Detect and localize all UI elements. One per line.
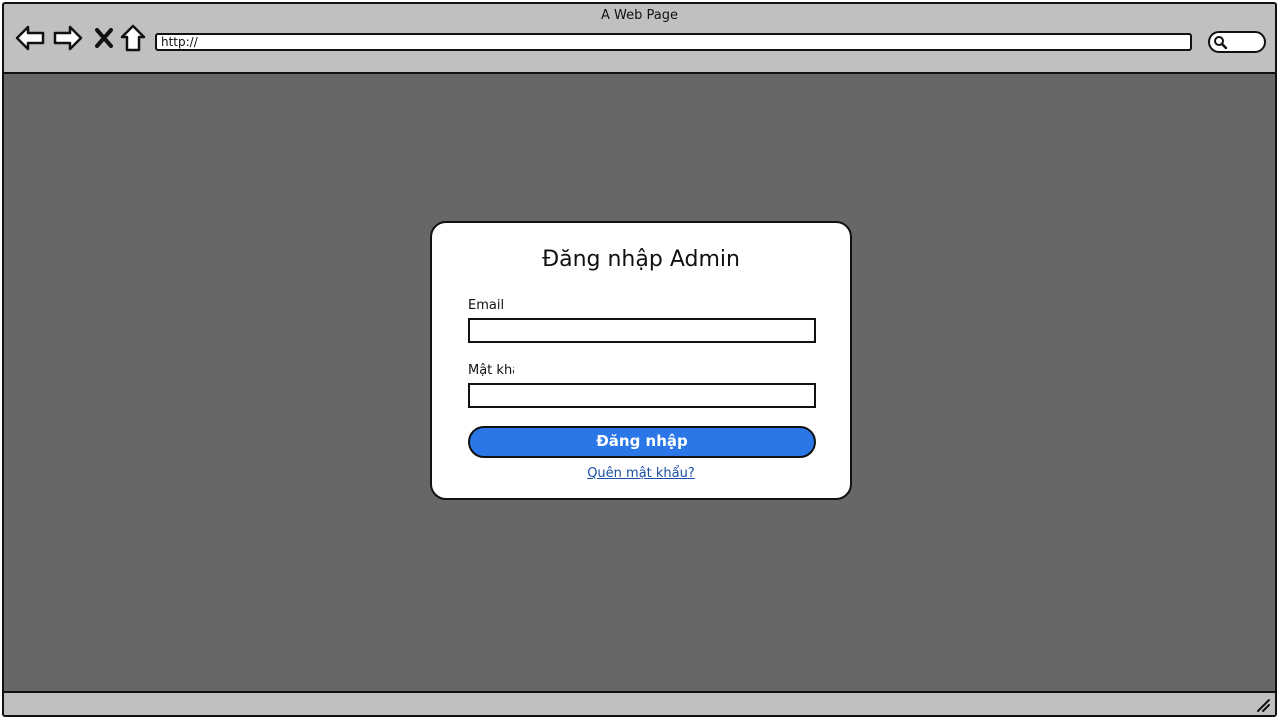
resize-grip-icon[interactable] xyxy=(1255,697,1271,713)
page-viewport: Đăng nhập Admin Email Mật khẩu Đăng nhập… xyxy=(4,74,1275,691)
address-bar[interactable]: http:// xyxy=(155,33,1192,51)
back-button[interactable] xyxy=(14,22,46,54)
login-card: Đăng nhập Admin Email Mật khẩu Đăng nhập… xyxy=(430,221,852,500)
login-title: Đăng nhập Admin xyxy=(542,247,740,272)
browser-toolbar: A Web Page http:// xyxy=(4,4,1275,74)
close-x-icon xyxy=(95,28,113,48)
browser-window: A Web Page http:// Đăng nhập Admin Email… xyxy=(2,2,1277,717)
home-button[interactable] xyxy=(117,22,149,54)
forward-button[interactable] xyxy=(52,22,84,54)
stop-button[interactable] xyxy=(88,22,120,54)
page-title: A Web Page xyxy=(601,8,678,23)
home-icon xyxy=(120,24,146,52)
password-label: Mật khẩu xyxy=(468,363,514,378)
address-text: http:// xyxy=(161,35,198,49)
email-label: Email xyxy=(468,298,505,313)
login-button[interactable]: Đăng nhập xyxy=(468,426,816,458)
email-field[interactable] xyxy=(468,318,816,343)
search-icon xyxy=(1214,36,1227,49)
back-arrow-icon xyxy=(15,25,45,51)
forgot-password-link[interactable]: Quên mật khẩu? xyxy=(432,466,850,481)
password-field[interactable] xyxy=(468,383,816,408)
browser-search-field[interactable] xyxy=(1208,31,1266,53)
forward-arrow-icon xyxy=(53,25,83,51)
status-bar xyxy=(4,691,1275,715)
